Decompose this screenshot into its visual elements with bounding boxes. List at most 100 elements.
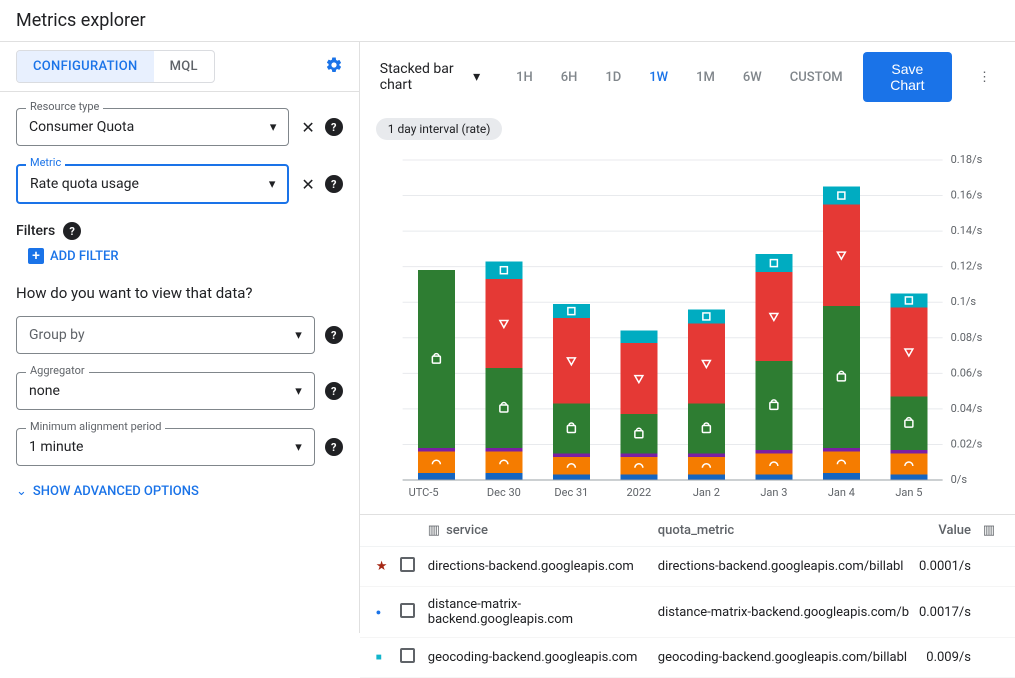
bar-segment[interactable] <box>485 261 522 279</box>
bar-segment[interactable] <box>688 324 725 404</box>
time-range-1w[interactable]: 1W <box>637 64 680 91</box>
time-range-1d[interactable]: 1D <box>593 64 633 91</box>
bar-segment[interactable] <box>890 450 927 454</box>
bar-segment[interactable] <box>620 475 657 480</box>
bar-segment[interactable] <box>688 309 725 323</box>
chart-type-select[interactable]: Stacked bar chart ▾ <box>376 55 484 99</box>
bar-segment[interactable] <box>755 272 792 361</box>
bar-segment[interactable] <box>553 404 590 454</box>
bar-segment[interactable] <box>620 343 657 414</box>
show-advanced-button[interactable]: ⌄ SHOW ADVANCED OPTIONS <box>16 484 343 499</box>
bar-segment[interactable] <box>823 448 860 452</box>
x-tick-label: Dec 31 <box>554 486 588 499</box>
help-min-align-icon[interactable]: ? <box>325 438 343 456</box>
y-tick-label: 0.04/s <box>950 402 982 415</box>
bar-segment[interactable] <box>485 279 522 368</box>
min-align-select[interactable]: 1 minute ▾ <box>16 428 315 466</box>
save-chart-button[interactable]: Save Chart <box>863 52 952 102</box>
tab-configuration[interactable]: CONFIGURATION <box>17 51 154 82</box>
bar-segment[interactable] <box>620 331 657 343</box>
bar-segment[interactable] <box>890 475 927 480</box>
legend-value: 0.0001/s <box>909 559 979 574</box>
tab-mql[interactable]: MQL <box>154 51 214 82</box>
legend-row[interactable]: ★directions-backend.googleapis.comdirect… <box>360 547 1015 587</box>
help-aggregator-icon[interactable]: ? <box>325 382 343 400</box>
clear-metric-icon[interactable]: ✕ <box>301 175 314 194</box>
clear-resource-type-icon[interactable]: ✕ <box>301 118 314 137</box>
help-resource-type-icon[interactable]: ? <box>325 118 343 136</box>
series-checkbox[interactable] <box>400 603 415 618</box>
legend-service: directions-backend.googleapis.com <box>428 559 658 574</box>
bar-segment[interactable] <box>418 473 455 480</box>
column-picker-icon[interactable]: ▥ <box>979 523 999 538</box>
time-range-6h[interactable]: 6H <box>549 64 590 91</box>
bar-segment[interactable] <box>890 396 927 449</box>
metric-select[interactable]: Rate quota usage ▾ <box>16 164 289 204</box>
time-range-1m[interactable]: 1M <box>684 64 727 91</box>
resource-type-select[interactable]: Consumer Quota ▾ <box>16 108 289 146</box>
interval-pill: 1 day interval (rate) <box>376 118 503 140</box>
more-menu-icon[interactable]: ⋮ <box>970 66 999 89</box>
bar-segment[interactable] <box>553 457 590 475</box>
bar-segment[interactable] <box>823 187 860 205</box>
bar-segment[interactable] <box>688 404 725 454</box>
add-filter-label: ADD FILTER <box>50 249 119 264</box>
bar-segment[interactable] <box>890 308 927 397</box>
bar-segment[interactable] <box>553 453 590 457</box>
bar-segment[interactable] <box>553 318 590 403</box>
help-metric-icon[interactable]: ? <box>325 175 343 193</box>
bar-segment[interactable] <box>553 304 590 318</box>
bar-segment[interactable] <box>823 204 860 305</box>
bar-segment[interactable] <box>688 475 725 480</box>
add-filter-button[interactable]: + ADD FILTER <box>28 248 343 264</box>
bar-segment[interactable] <box>755 450 792 454</box>
bar-segment[interactable] <box>688 453 725 457</box>
group-by-select[interactable]: Group by ▾ <box>16 316 315 354</box>
bar-segment[interactable] <box>485 473 522 480</box>
bar-segment[interactable] <box>485 452 522 473</box>
legend-value: 0.0017/s <box>909 605 979 620</box>
bar-segment[interactable] <box>620 457 657 475</box>
legend-header-value: Value <box>909 523 979 538</box>
y-tick-label: 0.08/s <box>950 331 982 344</box>
gear-icon[interactable] <box>325 56 343 78</box>
legend-row[interactable]: ●distance-matrix-backend.googleapis.comd… <box>360 587 1015 638</box>
bar-segment[interactable] <box>823 473 860 480</box>
bar-segment[interactable] <box>755 361 792 450</box>
help-filters-icon[interactable]: ? <box>63 222 81 240</box>
bar-segment[interactable] <box>890 293 927 307</box>
bar-segment[interactable] <box>418 448 455 452</box>
bar-segment[interactable] <box>755 254 792 272</box>
page-title: Metrics explorer <box>0 0 1015 42</box>
y-tick-label: 0.1/s <box>950 295 976 308</box>
bar-segment[interactable] <box>418 270 455 448</box>
bar-segment[interactable] <box>688 457 725 475</box>
y-tick-label: 0.18/s <box>950 153 982 166</box>
series-checkbox[interactable] <box>400 557 415 572</box>
aggregator-select[interactable]: none ▾ <box>16 372 315 410</box>
legend-row[interactable]: ■geocoding-backend.googleapis.comgeocodi… <box>360 638 1015 678</box>
help-groupby-icon[interactable]: ? <box>325 326 343 344</box>
bar-segment[interactable] <box>485 448 522 452</box>
time-range-1h[interactable]: 1H <box>504 64 545 91</box>
bar-segment[interactable] <box>620 453 657 457</box>
chevron-down-icon: ▾ <box>473 69 480 85</box>
metric-value: Rate quota usage <box>30 176 261 192</box>
y-tick-label: 0.16/s <box>950 189 982 202</box>
bar-segment[interactable] <box>755 453 792 474</box>
bar-segment[interactable] <box>823 306 860 448</box>
bar-segment[interactable] <box>485 368 522 448</box>
time-range-custom[interactable]: CUSTOM <box>778 64 855 91</box>
x-tick-label: Jan 4 <box>828 486 855 499</box>
bar-segment[interactable] <box>553 475 590 480</box>
resource-type-label: Resource type <box>26 100 103 113</box>
bar-segment[interactable] <box>755 475 792 480</box>
x-tick-label: Jan 3 <box>760 486 787 499</box>
bar-segment[interactable] <box>823 452 860 473</box>
time-range-6w[interactable]: 6W <box>731 64 774 91</box>
bar-segment[interactable] <box>418 452 455 473</box>
bar-segment[interactable] <box>890 453 927 474</box>
bar-segment[interactable] <box>620 414 657 453</box>
legend-quota: directions-backend.googleapis.com/billab… <box>658 559 909 574</box>
series-checkbox[interactable] <box>400 648 415 663</box>
